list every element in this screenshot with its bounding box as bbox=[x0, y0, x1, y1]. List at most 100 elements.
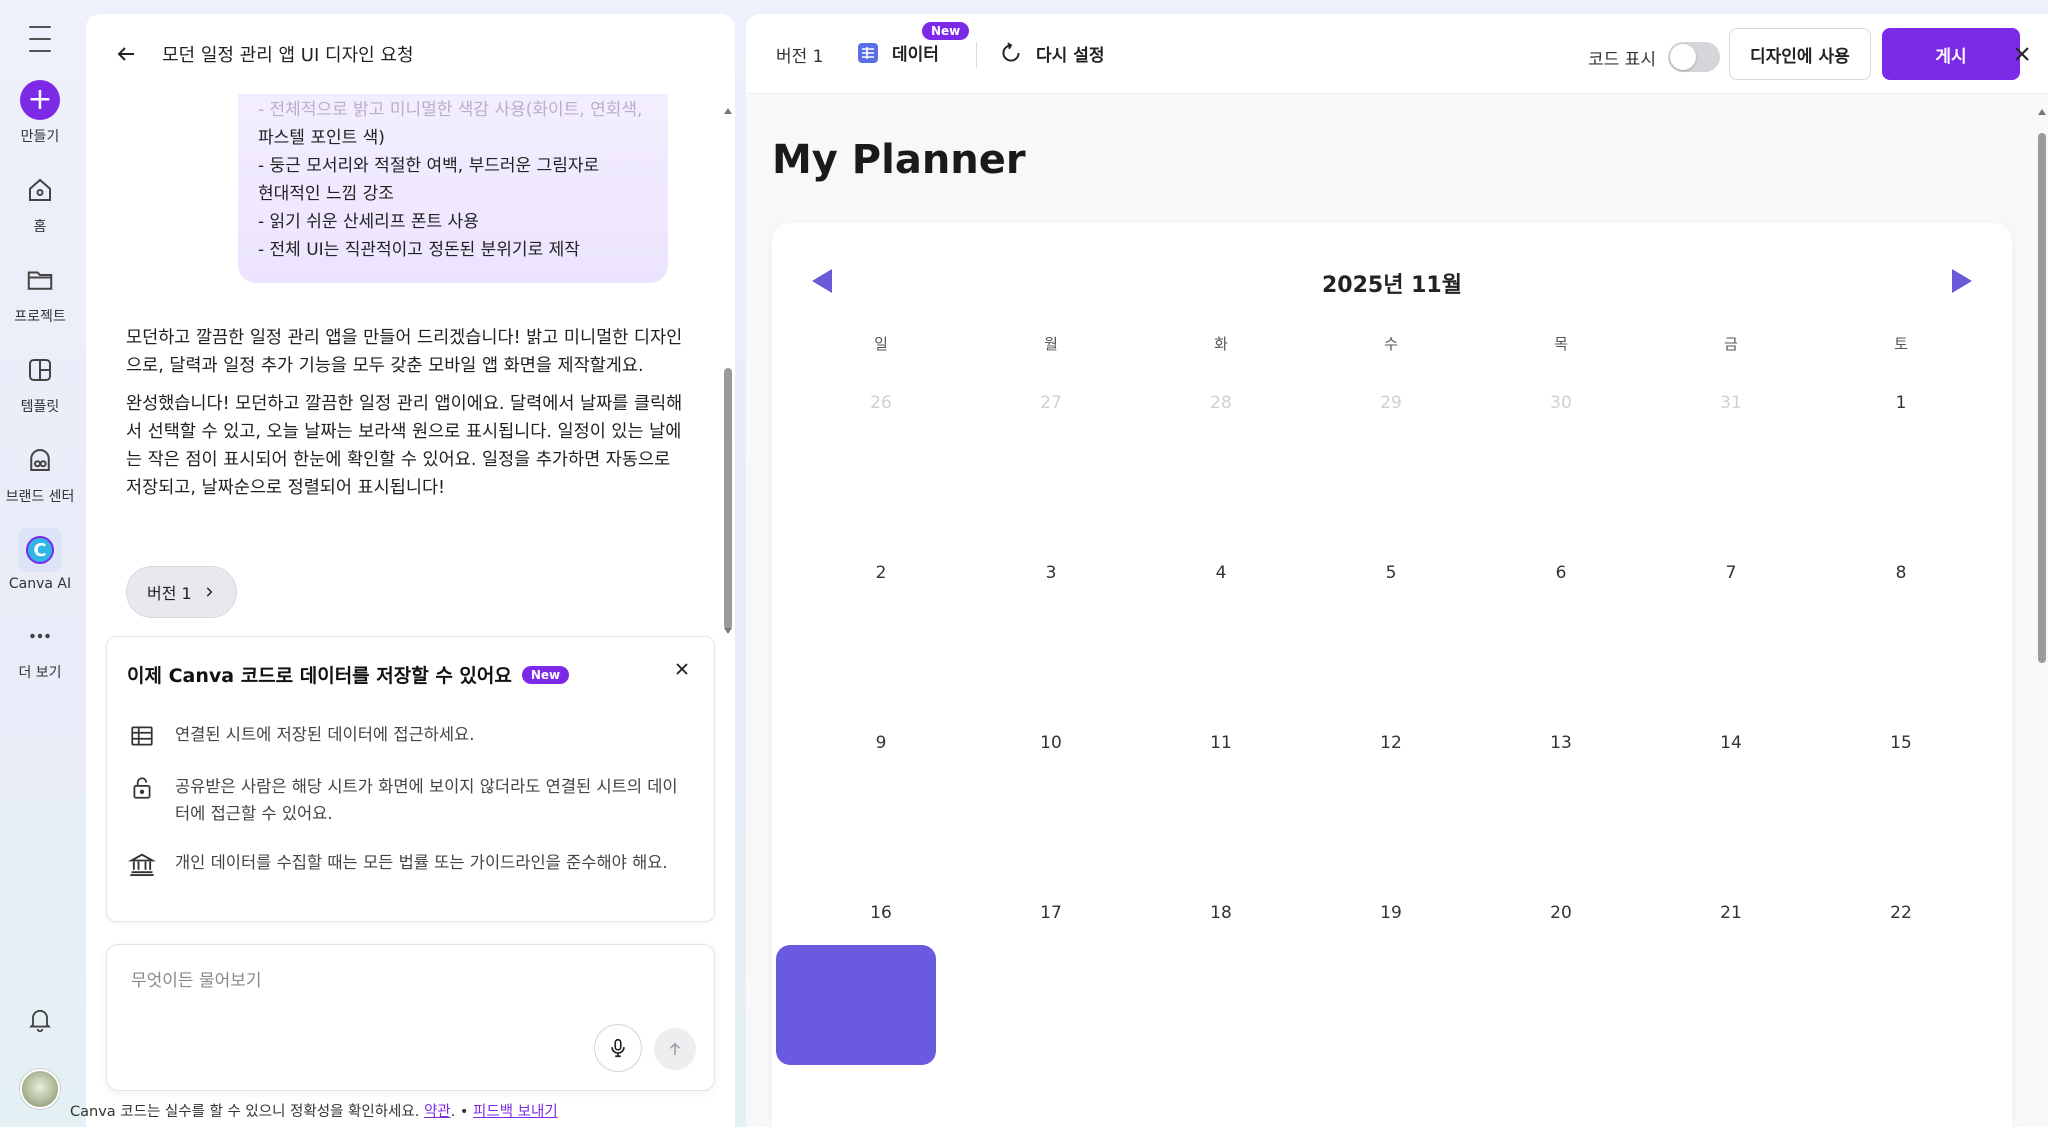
preview-toolbar: 버전 1 데이터 New 다시 설정 코드 표시 디자인에 사용 게시 bbox=[746, 14, 2048, 94]
calendar-day[interactable]: 20 bbox=[1476, 903, 1646, 1073]
scroll-up-icon[interactable] bbox=[724, 108, 732, 114]
calendar-day[interactable]: 2 bbox=[796, 563, 966, 733]
calendar-month: 2025년 11월 bbox=[1322, 273, 1462, 298]
preview-panel: 버전 1 데이터 New 다시 설정 코드 표시 디자인에 사용 게시 My P… bbox=[746, 14, 2048, 1127]
next-month-icon[interactable] bbox=[1952, 269, 1972, 293]
reset-button[interactable]: 다시 설정 bbox=[998, 40, 1104, 66]
calendar-days: 26 27 28 29 30 31 1 2 3 4 5 6 7 8 9 10 11 12 13 14 15 16 17 18 1… bbox=[796, 393, 1986, 1073]
calendar-day[interactable]: 30 bbox=[1476, 393, 1646, 563]
close-icon[interactable] bbox=[2010, 42, 2034, 66]
calendar-day[interactable]: 21 bbox=[1646, 903, 1816, 1073]
preview-scrollbar[interactable] bbox=[2036, 95, 2048, 1127]
notice-row: 공유받은 사람은 해당 시트가 화면에 보이지 않더라도 연결된 시트의 데이터… bbox=[127, 773, 687, 827]
calendar-day[interactable]: 3 bbox=[966, 563, 1136, 733]
ask-anything-input[interactable] bbox=[131, 971, 671, 991]
chat-panel: 모던 일정 관리 앱 UI 디자인 요청 - 전체적으로 밝고 미니멀한 색감 … bbox=[86, 14, 735, 1127]
scrollbar-thumb[interactable] bbox=[2038, 133, 2046, 663]
calendar-day[interactable]: 31 bbox=[1646, 393, 1816, 563]
calendar-day[interactable]: 10 bbox=[966, 733, 1136, 903]
sidebar-item-label: 더 보기 bbox=[18, 665, 62, 681]
selected-day-block[interactable] bbox=[776, 945, 936, 1065]
bell-icon[interactable] bbox=[18, 997, 62, 1041]
terms-link[interactable]: 약관 bbox=[424, 1104, 451, 1120]
home-icon bbox=[18, 168, 62, 212]
chat-messages[interactable]: - 전체적으로 밝고 미니멀한 색감 사용(화이트, 연회색, 파스텔 포인트 … bbox=[86, 94, 735, 634]
calendar-day[interactable]: 1 bbox=[1816, 393, 1986, 563]
data-notice-card: 이제 Canva 코드로 데이터를 저장할 수 있어요 New 연결된 시트에 … bbox=[106, 636, 715, 922]
weekday-label: 수 bbox=[1384, 335, 1398, 353]
data-button[interactable]: 데이터 bbox=[856, 40, 939, 65]
code-toggle[interactable] bbox=[1667, 42, 1720, 72]
calendar-day[interactable]: 19 bbox=[1306, 903, 1476, 1073]
planner-title: My Planner bbox=[772, 137, 1026, 183]
disclaimer: Canva 코드는 실수를 할 수 있으니 정확성을 확인하세요. 약관. • … bbox=[70, 1100, 558, 1121]
chat-scrollbar[interactable] bbox=[723, 94, 733, 634]
back-arrow-icon[interactable] bbox=[114, 42, 138, 66]
calendar-day[interactable]: 14 bbox=[1646, 733, 1816, 903]
hamburger-menu-icon[interactable] bbox=[20, 26, 60, 52]
calendar-day[interactable]: 7 bbox=[1646, 563, 1816, 733]
calendar-day[interactable]: 28 bbox=[1136, 393, 1306, 563]
user-message-line: - 읽기 쉬운 산세리프 폰트 사용 bbox=[258, 212, 479, 232]
feedback-link[interactable]: 피드백 보내기 bbox=[473, 1104, 558, 1120]
sidebar-item-label: Canva AI bbox=[8, 576, 72, 592]
version-chip-label: 버전 1 bbox=[147, 584, 192, 603]
sidebar-item-label: 홈 bbox=[33, 219, 47, 235]
calendar-day[interactable]: 18 bbox=[1136, 903, 1306, 1073]
calendar-day[interactable]: 5 bbox=[1306, 563, 1476, 733]
sidebar-item-templates[interactable]: 템플릿 bbox=[0, 348, 80, 416]
user-message-line: - 전체 UI는 직관적이고 정돈된 분위기로 제작 bbox=[258, 240, 580, 260]
calendar-day[interactable]: 4 bbox=[1136, 563, 1306, 733]
sidebar-item-home[interactable]: 홈 bbox=[0, 168, 80, 236]
brand-icon bbox=[18, 438, 62, 482]
notice-header: 이제 Canva 코드로 데이터를 저장할 수 있어요 New bbox=[127, 661, 570, 688]
chat-header: 모던 일정 관리 앱 UI 디자인 요청 bbox=[86, 14, 735, 94]
sidebar-item-label: 만들기 bbox=[20, 129, 60, 145]
assistant-paragraph: 완성했습니다! 모던하고 깔끔한 일정 관리 앱이에요. 달력에서 날짜를 클릭… bbox=[126, 394, 683, 498]
folder-icon bbox=[18, 258, 62, 302]
chat-title: 모던 일정 관리 앱 UI 디자인 요청 bbox=[162, 45, 414, 66]
sidebar-item-projects[interactable]: 프로젝트 bbox=[0, 258, 80, 326]
use-in-design-button[interactable]: 디자인에 사용 bbox=[1729, 28, 1871, 80]
notice-title: 이제 Canva 코드로 데이터를 저장할 수 있어요 bbox=[127, 665, 512, 687]
sidebar-item-more[interactable]: 더 보기 bbox=[0, 614, 80, 682]
scroll-up-icon[interactable] bbox=[2038, 109, 2046, 115]
avatar[interactable] bbox=[20, 1069, 60, 1109]
bank-icon bbox=[127, 849, 157, 879]
scrollbar-thumb[interactable] bbox=[724, 368, 732, 630]
user-message-line: - 둥근 모서리와 적절한 여백, 부드러운 그림자로 bbox=[258, 156, 600, 176]
calendar-day[interactable]: 13 bbox=[1476, 733, 1646, 903]
weekday-label: 화 bbox=[1214, 335, 1228, 353]
calendar-day[interactable]: 17 bbox=[966, 903, 1136, 1073]
calendar-day[interactable]: 11 bbox=[1136, 733, 1306, 903]
calendar-day[interactable]: 27 bbox=[966, 393, 1136, 563]
version-chip-button[interactable]: 버전 1 bbox=[126, 566, 237, 618]
weekday-label: 금 bbox=[1724, 335, 1738, 353]
reset-button-label: 다시 설정 bbox=[1036, 45, 1105, 66]
chevron-right-icon bbox=[206, 587, 213, 597]
refresh-icon bbox=[1002, 42, 1020, 62]
calendar-day[interactable]: 29 bbox=[1306, 393, 1476, 563]
calendar-day[interactable]: 15 bbox=[1816, 733, 1986, 903]
close-icon[interactable] bbox=[672, 659, 692, 679]
sidebar-item-canva-ai[interactable]: C Canva AI bbox=[0, 528, 80, 592]
calendar-day[interactable]: 9 bbox=[796, 733, 966, 903]
sidebar-item-brand[interactable]: 브랜드 센터 bbox=[0, 438, 80, 506]
version-label[interactable]: 버전 1 bbox=[776, 42, 824, 67]
weekday-label: 일 bbox=[874, 335, 888, 353]
publish-button[interactable]: 게시 bbox=[1882, 28, 2020, 80]
weekday-label: 토 bbox=[1894, 335, 1908, 353]
notice-text: 공유받은 사람은 해당 시트가 화면에 보이지 않더라도 연결된 시트의 데이터… bbox=[175, 777, 678, 823]
data-button-label: 데이터 bbox=[892, 45, 939, 65]
calendar-day[interactable]: 6 bbox=[1476, 563, 1646, 733]
sidebar-item-create[interactable]: + 만들기 bbox=[0, 78, 80, 146]
chat-input-box bbox=[106, 944, 715, 1091]
calendar-day[interactable]: 26 bbox=[796, 393, 966, 563]
send-button[interactable] bbox=[654, 1028, 696, 1070]
calendar-day[interactable]: 12 bbox=[1306, 733, 1476, 903]
calendar-day[interactable]: 22 bbox=[1816, 903, 1986, 1073]
calendar-day[interactable]: 8 bbox=[1816, 563, 1986, 733]
sidebar-item-label: 브랜드 센터 bbox=[5, 489, 75, 505]
mic-button[interactable] bbox=[594, 1024, 642, 1072]
scroll-down-icon[interactable] bbox=[724, 628, 732, 634]
